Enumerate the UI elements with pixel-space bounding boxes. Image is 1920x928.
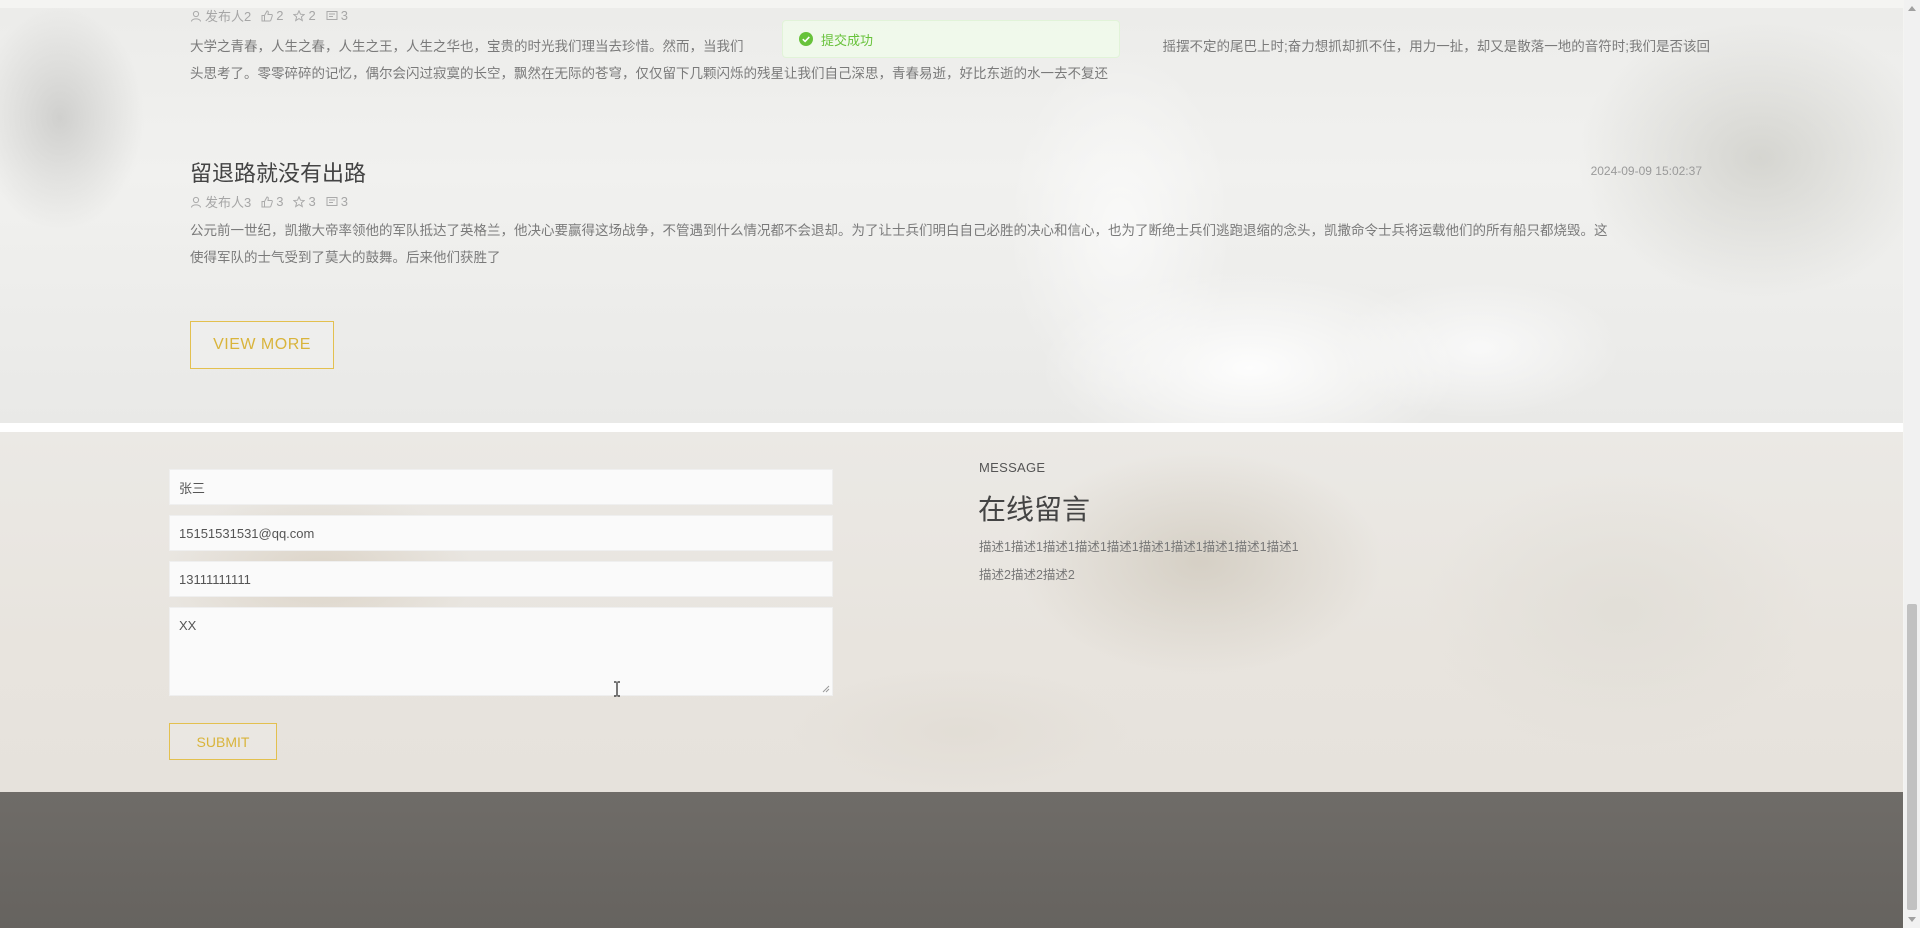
message-desc-line1: 描述1描述1描述1描述1描述1描述1描述1描述1描述1描述1 [979, 540, 1299, 554]
article-summary-line1-right: 摇摆不定的尾巴上时;奋力想抓却抓不住，用力一扯，却又是散落一地的音符时;我们是否… [1162, 39, 1710, 54]
content-textarea[interactable]: XX [169, 607, 833, 696]
favorites-meta: 3 [293, 194, 316, 209]
article-summary: 公元前一世纪，凯撒大帝率领他的军队抵达了英格兰，他决心要赢得这场战争，不管遇到什… [190, 217, 1710, 271]
star-icon [293, 195, 306, 208]
page: 发布人2 2 2 3 大学之青春，人生之春，人生之王，人生之华也，宝贵的时光我们… [0, 0, 1903, 928]
article-summary-line1: 大学之青春，人生之春，人生之王，人生之华也，宝贵的时光我们理当去珍惜。然而，当我… [190, 39, 744, 54]
article-summary-line2: 头思考了。零零碎碎的记忆，偶尔会闪过寂寞的长空，飘然在无际的苍穹，仅仅留下几颗闪… [190, 66, 1108, 81]
success-toast: 提交成功 [782, 20, 1120, 58]
check-circle-icon [799, 32, 813, 46]
article-comments: 3 [340, 8, 348, 23]
article-favorites: 2 [308, 8, 316, 23]
comments-meta: 3 [326, 8, 348, 23]
author-meta: 发布人2 [190, 6, 251, 25]
content-text: XX [179, 618, 197, 633]
toast-message: 提交成功 [821, 32, 874, 48]
star-icon [293, 9, 306, 22]
text-cursor-icon [614, 681, 620, 697]
article-item[interactable]: 留退路就没有出路 2024-09-09 15:02:37 发布人3 3 3 3 … [190, 156, 1710, 271]
article-likes: 3 [276, 194, 284, 209]
article-author: 发布人2 [205, 9, 252, 24]
scroll-up-icon[interactable] [1904, 0, 1920, 16]
message-section-label: MESSAGE [979, 460, 1046, 475]
article-author: 发布人3 [205, 195, 252, 210]
article-meta: 发布人3 3 3 3 [190, 192, 1710, 211]
favorites-meta: 2 [293, 8, 316, 23]
phone-field[interactable]: 13111111111 [169, 561, 833, 597]
article-title[interactable]: 留退路就没有出路 [190, 156, 1710, 188]
likes-meta: 2 [261, 8, 283, 23]
section-divider [0, 423, 1903, 432]
scrollbar-thumb[interactable] [1907, 604, 1917, 910]
email-field[interactable]: 15151531531@qq.com [169, 515, 833, 551]
name-field[interactable]: 张三 [169, 469, 833, 505]
likes-meta: 3 [261, 194, 283, 209]
message-section-description: 描述1描述1描述1描述1描述1描述1描述1描述1描述1描述1 描述2描述2描述2 [979, 533, 1299, 589]
comment-icon [326, 196, 338, 206]
author-meta: 发布人3 [190, 192, 251, 211]
message-desc-line2: 描述2描述2描述2 [979, 568, 1075, 582]
view-more-button[interactable]: VIEW MORE [190, 321, 334, 369]
thumbs-up-icon [261, 9, 274, 21]
article-summary-line1: 公元前一世纪，凯撒大帝率领他的军队抵达了英格兰，他决心要赢得这场战争，不管遇到什… [190, 223, 1608, 238]
article-comments: 3 [340, 194, 348, 209]
vertical-scrollbar[interactable] [1904, 0, 1920, 928]
user-icon [191, 196, 201, 208]
footer [0, 792, 1903, 928]
user-icon [191, 10, 201, 22]
article-favorites: 3 [308, 194, 316, 209]
resize-handle-icon[interactable] [822, 685, 830, 693]
thumbs-up-icon [261, 195, 274, 207]
article-likes: 2 [276, 8, 284, 23]
submit-button[interactable]: SUBMIT [169, 723, 277, 760]
article-summary-line2: 使得军队的士气受到了莫大的鼓舞。后来他们获胜了 [190, 250, 501, 265]
comment-icon [326, 10, 338, 20]
comments-meta: 3 [326, 194, 348, 209]
message-section-title: 在线留言 [978, 494, 1091, 525]
article-date: 2024-09-09 15:02:37 [1590, 164, 1702, 178]
scroll-down-icon[interactable] [1904, 912, 1920, 928]
